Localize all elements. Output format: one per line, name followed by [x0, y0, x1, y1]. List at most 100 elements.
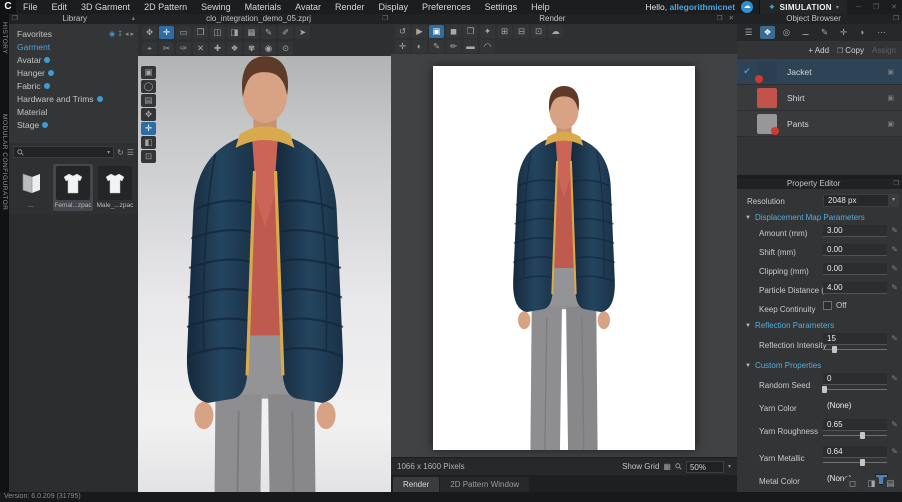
tab-history[interactable]: HISTORY	[1, 22, 8, 54]
edit-tool-icon[interactable]: ✐	[278, 26, 293, 39]
list-option-icon[interactable]: ▤	[883, 477, 898, 490]
select-tool-icon[interactable]: ✛	[159, 26, 174, 39]
library-item-garment[interactable]: Garment	[9, 40, 138, 53]
cloud-render-icon[interactable]: ☁	[548, 25, 563, 38]
popout-icon[interactable]: ❐	[714, 14, 726, 24]
zoom-caret-icon[interactable]: ▾	[728, 463, 731, 470]
simulation-button[interactable]: ✦ SIMULATION ▾	[759, 0, 847, 14]
object-row-jacket[interactable]: ✔ Jacket ▣	[737, 59, 902, 85]
rect-select-tool-icon[interactable]: ▭	[176, 26, 191, 39]
value-field[interactable]: 3.00	[823, 225, 887, 237]
garment-tool-icon[interactable]: ❖	[227, 42, 242, 55]
value-field[interactable]: 0.00	[823, 244, 887, 256]
object-options-icon[interactable]: ▣	[887, 120, 894, 128]
menu-materials[interactable]: Materials	[238, 0, 289, 14]
more-tabs-icon[interactable]: ⋯	[874, 26, 889, 39]
menu-render[interactable]: Render	[328, 0, 372, 14]
view-option-icon[interactable]: ◻	[845, 477, 860, 490]
pin-tool-icon[interactable]: ◫	[210, 26, 225, 39]
close-button[interactable]: ✕	[888, 3, 900, 11]
library-thumb-female-avatar[interactable]: Femal...zpac	[53, 164, 93, 211]
library-item-stage[interactable]: Stage	[9, 118, 138, 131]
image-render-icon[interactable]: ▣	[429, 25, 444, 38]
resolution-caret-icon[interactable]: ▾	[888, 194, 899, 207]
assign-button[interactable]: Assign	[872, 46, 896, 55]
target-tool-icon[interactable]: ◉	[261, 42, 276, 55]
menu-display[interactable]: Display	[372, 0, 416, 14]
texture-tool-icon[interactable]: ▦	[244, 26, 259, 39]
view-mode-icon[interactable]: ▣	[141, 66, 156, 79]
grid-icon[interactable]: ▦	[663, 462, 671, 471]
close-icon[interactable]: ✕	[726, 14, 737, 24]
maximize-button[interactable]: ❐	[870, 3, 882, 11]
library-item-avatar[interactable]: Avatar	[9, 53, 138, 66]
value-field[interactable]: 0.64	[823, 446, 887, 458]
menu-2d-pattern[interactable]: 2D Pattern	[137, 0, 194, 14]
slider[interactable]	[823, 386, 887, 393]
dock-icon[interactable]: ❐	[9, 14, 21, 24]
popout-icon[interactable]: ❐	[890, 14, 902, 24]
value-field[interactable]: 0	[823, 373, 887, 385]
value-field[interactable]: 0.65	[823, 419, 887, 431]
render-settings-icon[interactable]: ⊡	[531, 25, 546, 38]
copy-button[interactable]: ❐Copy	[837, 46, 864, 55]
move-tool-icon[interactable]: ✥	[142, 26, 157, 39]
section-custom-properties[interactable]: ▼ Custom Properties	[737, 359, 902, 372]
library-thumb-male-avatar[interactable]: Male_...zpac	[95, 164, 135, 211]
cloud-icon[interactable]: ☁	[741, 1, 753, 13]
collapse-icon[interactable]: ▴	[129, 14, 138, 24]
garment-tab-icon[interactable]: ❖	[760, 26, 775, 39]
library-item-favorites[interactable]: Favorites ◉ ↧ ◂ ▸	[9, 27, 138, 40]
sync-render-icon[interactable]: ↺	[395, 25, 410, 38]
slider-handle[interactable]	[860, 432, 865, 439]
library-item-hardware-trims[interactable]: Hardware and Trims	[9, 92, 138, 105]
pen-tool-icon[interactable]: ✎	[261, 26, 276, 39]
start-render-icon[interactable]: ▶	[412, 25, 427, 38]
grid-toggle-icon[interactable]: ⊡	[141, 150, 156, 163]
menu-file[interactable]: File	[16, 0, 45, 14]
library-item-fabric[interactable]: Fabric	[9, 79, 138, 92]
object-options-icon[interactable]: ▣	[887, 68, 894, 76]
check-icon[interactable]: ✔	[737, 66, 757, 77]
object-row-shirt[interactable]: Shirt ▣	[737, 85, 902, 111]
orbit-tool-icon[interactable]: ⊙	[278, 42, 293, 55]
light-icon[interactable]: ✛	[395, 40, 410, 53]
chevron-down-icon[interactable]: ▾	[836, 4, 839, 11]
brush-icon[interactable]: ✏	[446, 40, 461, 53]
tab-render[interactable]: Render	[393, 477, 439, 492]
menu-help[interactable]: Help	[524, 0, 557, 14]
checkbox[interactable]	[823, 301, 832, 310]
sewing-tool-icon[interactable]: ⌖	[142, 42, 157, 55]
tack-tool-icon[interactable]: ✑	[176, 42, 191, 55]
forward-icon[interactable]: ▸	[130, 30, 134, 38]
menu-avatar[interactable]: Avatar	[288, 0, 328, 14]
layers-icon[interactable]: ▤	[141, 94, 156, 107]
wireframe-icon[interactable]: ◯	[141, 80, 156, 93]
edit-icon[interactable]: ✎	[891, 283, 898, 292]
resolution-select[interactable]: 2048 px	[823, 194, 895, 207]
menu-edit[interactable]: Edit	[45, 0, 75, 14]
viewport-3d-canvas[interactable]: ✥ ✛ ▭ ❒ ◫ ◨ ▦ ✎ ✐ ➤ ⌖ ✂ ✑ ✕ ✚ ❖ ✾ ◉ ⊙	[138, 24, 391, 492]
pattern-tool-icon[interactable]: ❒	[193, 26, 208, 39]
avatar-3d-model[interactable]	[138, 32, 391, 492]
edit-icon[interactable]: ✎	[891, 334, 898, 343]
library-item-hanger[interactable]: Hanger	[9, 66, 138, 79]
popout-icon[interactable]: ❐	[379, 14, 391, 24]
menu-settings[interactable]: Settings	[478, 0, 525, 14]
scissors-tool-icon[interactable]: ✂	[159, 42, 174, 55]
refresh-icon[interactable]: ↻	[117, 148, 124, 157]
add-button[interactable]: + Add	[808, 46, 829, 55]
add-tool-icon[interactable]: ✚	[210, 42, 225, 55]
stop-render-icon[interactable]: ◼	[446, 25, 461, 38]
edit-icon[interactable]: ✎	[891, 374, 898, 383]
gizmo-icon[interactable]: ✥	[141, 108, 156, 121]
pin-tab-icon[interactable]: ✛	[836, 26, 851, 39]
section-reflection[interactable]: ▼ Reflection Parameters	[737, 319, 902, 332]
tab-modular-configurator[interactable]: MODULAR CONFIGURATOR	[1, 114, 8, 210]
back-icon[interactable]: ◂	[125, 30, 129, 38]
value-field[interactable]: 4.00	[823, 282, 887, 294]
pen-icon[interactable]: ✎	[429, 40, 444, 53]
object-row-pants[interactable]: Pants ▣	[737, 111, 902, 137]
username[interactable]: allegorithmicnet	[669, 2, 735, 12]
flower-tool-icon[interactable]: ✾	[244, 42, 259, 55]
